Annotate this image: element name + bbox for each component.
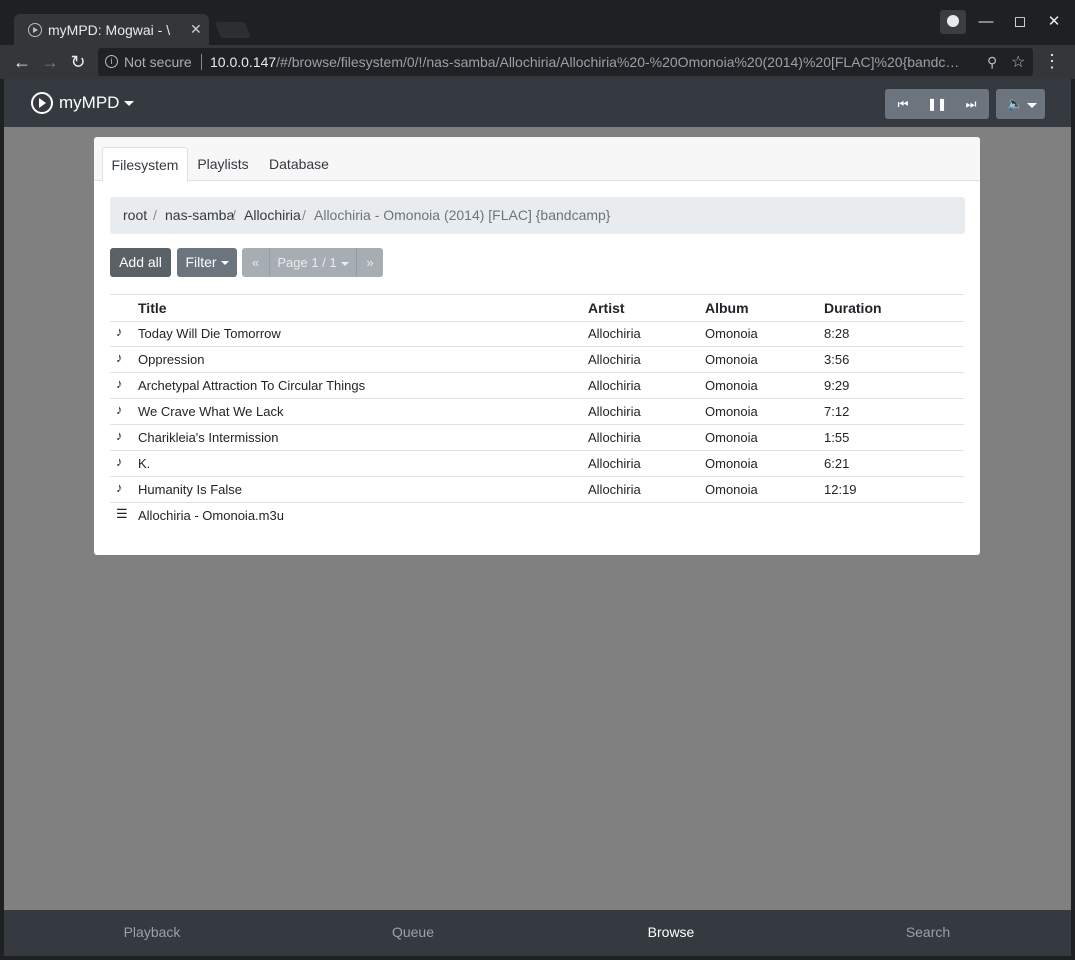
table-row[interactable]: ☰ Allochiria - Omonoia.m3u (110, 503, 964, 528)
security-label: Not secure (124, 54, 192, 70)
close-window-icon[interactable]: ✕ (1041, 10, 1067, 34)
info-icon[interactable]: i (105, 55, 118, 68)
table-row[interactable]: ♪ Oppression Allochiria Omonoia 3:56 (110, 347, 964, 373)
table-row[interactable]: ♪ We Crave What We Lack Allochiria Omono… (110, 399, 964, 425)
profile-icon[interactable] (940, 10, 966, 34)
table-row[interactable]: ♪ Humanity Is False Allochiria Omonoia 1… (110, 477, 964, 503)
breadcrumb-artist[interactable]: Allochiria (244, 197, 301, 234)
browse-tabs: Filesystem Playlists Database (94, 137, 980, 182)
header-duration[interactable]: Duration (824, 300, 882, 316)
chevron-down-icon[interactable] (124, 101, 134, 106)
pause-button[interactable]: ❚❚ (920, 89, 954, 119)
chevron-down-icon (1027, 103, 1037, 108)
back-arrow-icon[interactable]: ← (10, 50, 34, 74)
chevron-down-icon (220, 261, 229, 266)
add-all-button[interactable]: Add all (110, 248, 171, 277)
nav-playback[interactable]: Playback (92, 924, 212, 940)
filter-button[interactable]: Filter (177, 248, 237, 277)
zoom-icon[interactable]: ⚲ (987, 54, 997, 71)
page-select-button[interactable]: Page 1 / 1 (270, 248, 356, 277)
play-circle-icon (28, 23, 42, 37)
header-title[interactable]: Title (138, 300, 167, 316)
bookmark-star-icon[interactable]: ☆ (1011, 52, 1025, 72)
breadcrumb-root[interactable]: root (123, 197, 147, 234)
header-album[interactable]: Album (705, 300, 749, 316)
nav-queue[interactable]: Queue (353, 924, 473, 940)
page-viewport: myMPD ⏮ ❚❚ ⏭ 🔈 Filesystem Playlists Data… (4, 79, 1071, 956)
browser-window: myMPD: Mogwai - \ ✕ — ◻ ✕ ← → ↻ i Not se… (0, 0, 1075, 960)
music-note-icon: ♪ (116, 402, 123, 417)
reload-icon[interactable]: ↻ (66, 50, 90, 74)
bottom-nav: Playback Queue Browse Search (4, 910, 1071, 956)
music-note-icon: ♪ (116, 454, 123, 469)
nav-search[interactable]: Search (868, 924, 988, 940)
close-tab-icon[interactable]: ✕ (190, 21, 202, 38)
tab-title: myMPD: Mogwai - \ (48, 22, 171, 38)
table-row[interactable]: ♪ Charikleia's Intermission Allochiria O… (110, 425, 964, 451)
table-row[interactable]: ♪ Today Will Die Tomorrow Allochiria Omo… (110, 321, 964, 347)
header-artist[interactable]: Artist (588, 300, 625, 316)
minimize-icon[interactable]: — (973, 10, 999, 34)
play-circle-icon[interactable] (31, 92, 53, 114)
pagination: « Page 1 / 1 » (242, 248, 383, 277)
kebab-menu-icon[interactable]: ⋮ (1043, 52, 1061, 70)
table-row[interactable]: ♪ K. Allochiria Omonoia 6:21 (110, 451, 964, 477)
new-tab-button[interactable] (215, 22, 251, 38)
maximize-icon[interactable]: ◻ (1007, 10, 1033, 34)
breadcrumb-current: Allochiria - Omonoia (2014) [FLAC] {band… (314, 207, 611, 223)
table-header: Title Artist Album Duration (110, 294, 964, 322)
music-note-icon: ♪ (116, 480, 123, 495)
tab-strip: myMPD: Mogwai - \ ✕ — ◻ ✕ (0, 0, 1075, 46)
breadcrumb-nas-samba[interactable]: nas-samba (165, 197, 234, 234)
address-bar[interactable]: i Not secure 10.0.0.147/#/browse/filesys… (98, 48, 1033, 76)
browser-tab[interactable]: myMPD: Mogwai - \ ✕ (14, 14, 209, 46)
nav-browse[interactable]: Browse (611, 924, 731, 940)
table-row[interactable]: ♪ Archetypal Attraction To Circular Thin… (110, 373, 964, 399)
music-note-icon: ♪ (116, 428, 123, 443)
browser-toolbar: ← → ↻ i Not secure 10.0.0.147/#/browse/f… (0, 45, 1075, 79)
volume-button[interactable]: 🔈 (996, 89, 1045, 119)
breadcrumb: root / nas-samba / Allochiria / Allochir… (110, 197, 965, 234)
speaker-icon: 🔈 (1007, 96, 1024, 111)
tab-playlists[interactable]: Playlists (190, 147, 256, 180)
previous-track-button[interactable]: ⏮ (886, 89, 920, 119)
music-note-icon: ♪ (116, 350, 123, 365)
next-track-button[interactable]: ⏭ (954, 89, 988, 119)
app-navbar: myMPD ⏮ ❚❚ ⏭ 🔈 (4, 79, 1071, 127)
forward-arrow-icon[interactable]: → (38, 50, 62, 74)
player-controls: ⏮ ❚❚ ⏭ (885, 89, 989, 119)
page-prev-button[interactable]: « (242, 248, 269, 277)
playlist-icon: ☰ (116, 506, 128, 521)
browse-card: Filesystem Playlists Database root / nas… (94, 137, 980, 555)
tab-filesystem[interactable]: Filesystem (102, 147, 188, 182)
page-next-button[interactable]: » (357, 248, 383, 277)
music-note-icon: ♪ (116, 376, 123, 391)
tab-database[interactable]: Database (264, 147, 334, 180)
url-text[interactable]: 10.0.0.147/#/browse/filesystem/0/!/nas-s… (210, 54, 970, 70)
brand-title[interactable]: myMPD (59, 93, 119, 113)
music-note-icon: ♪ (116, 324, 123, 339)
chevron-down-icon (340, 261, 349, 266)
